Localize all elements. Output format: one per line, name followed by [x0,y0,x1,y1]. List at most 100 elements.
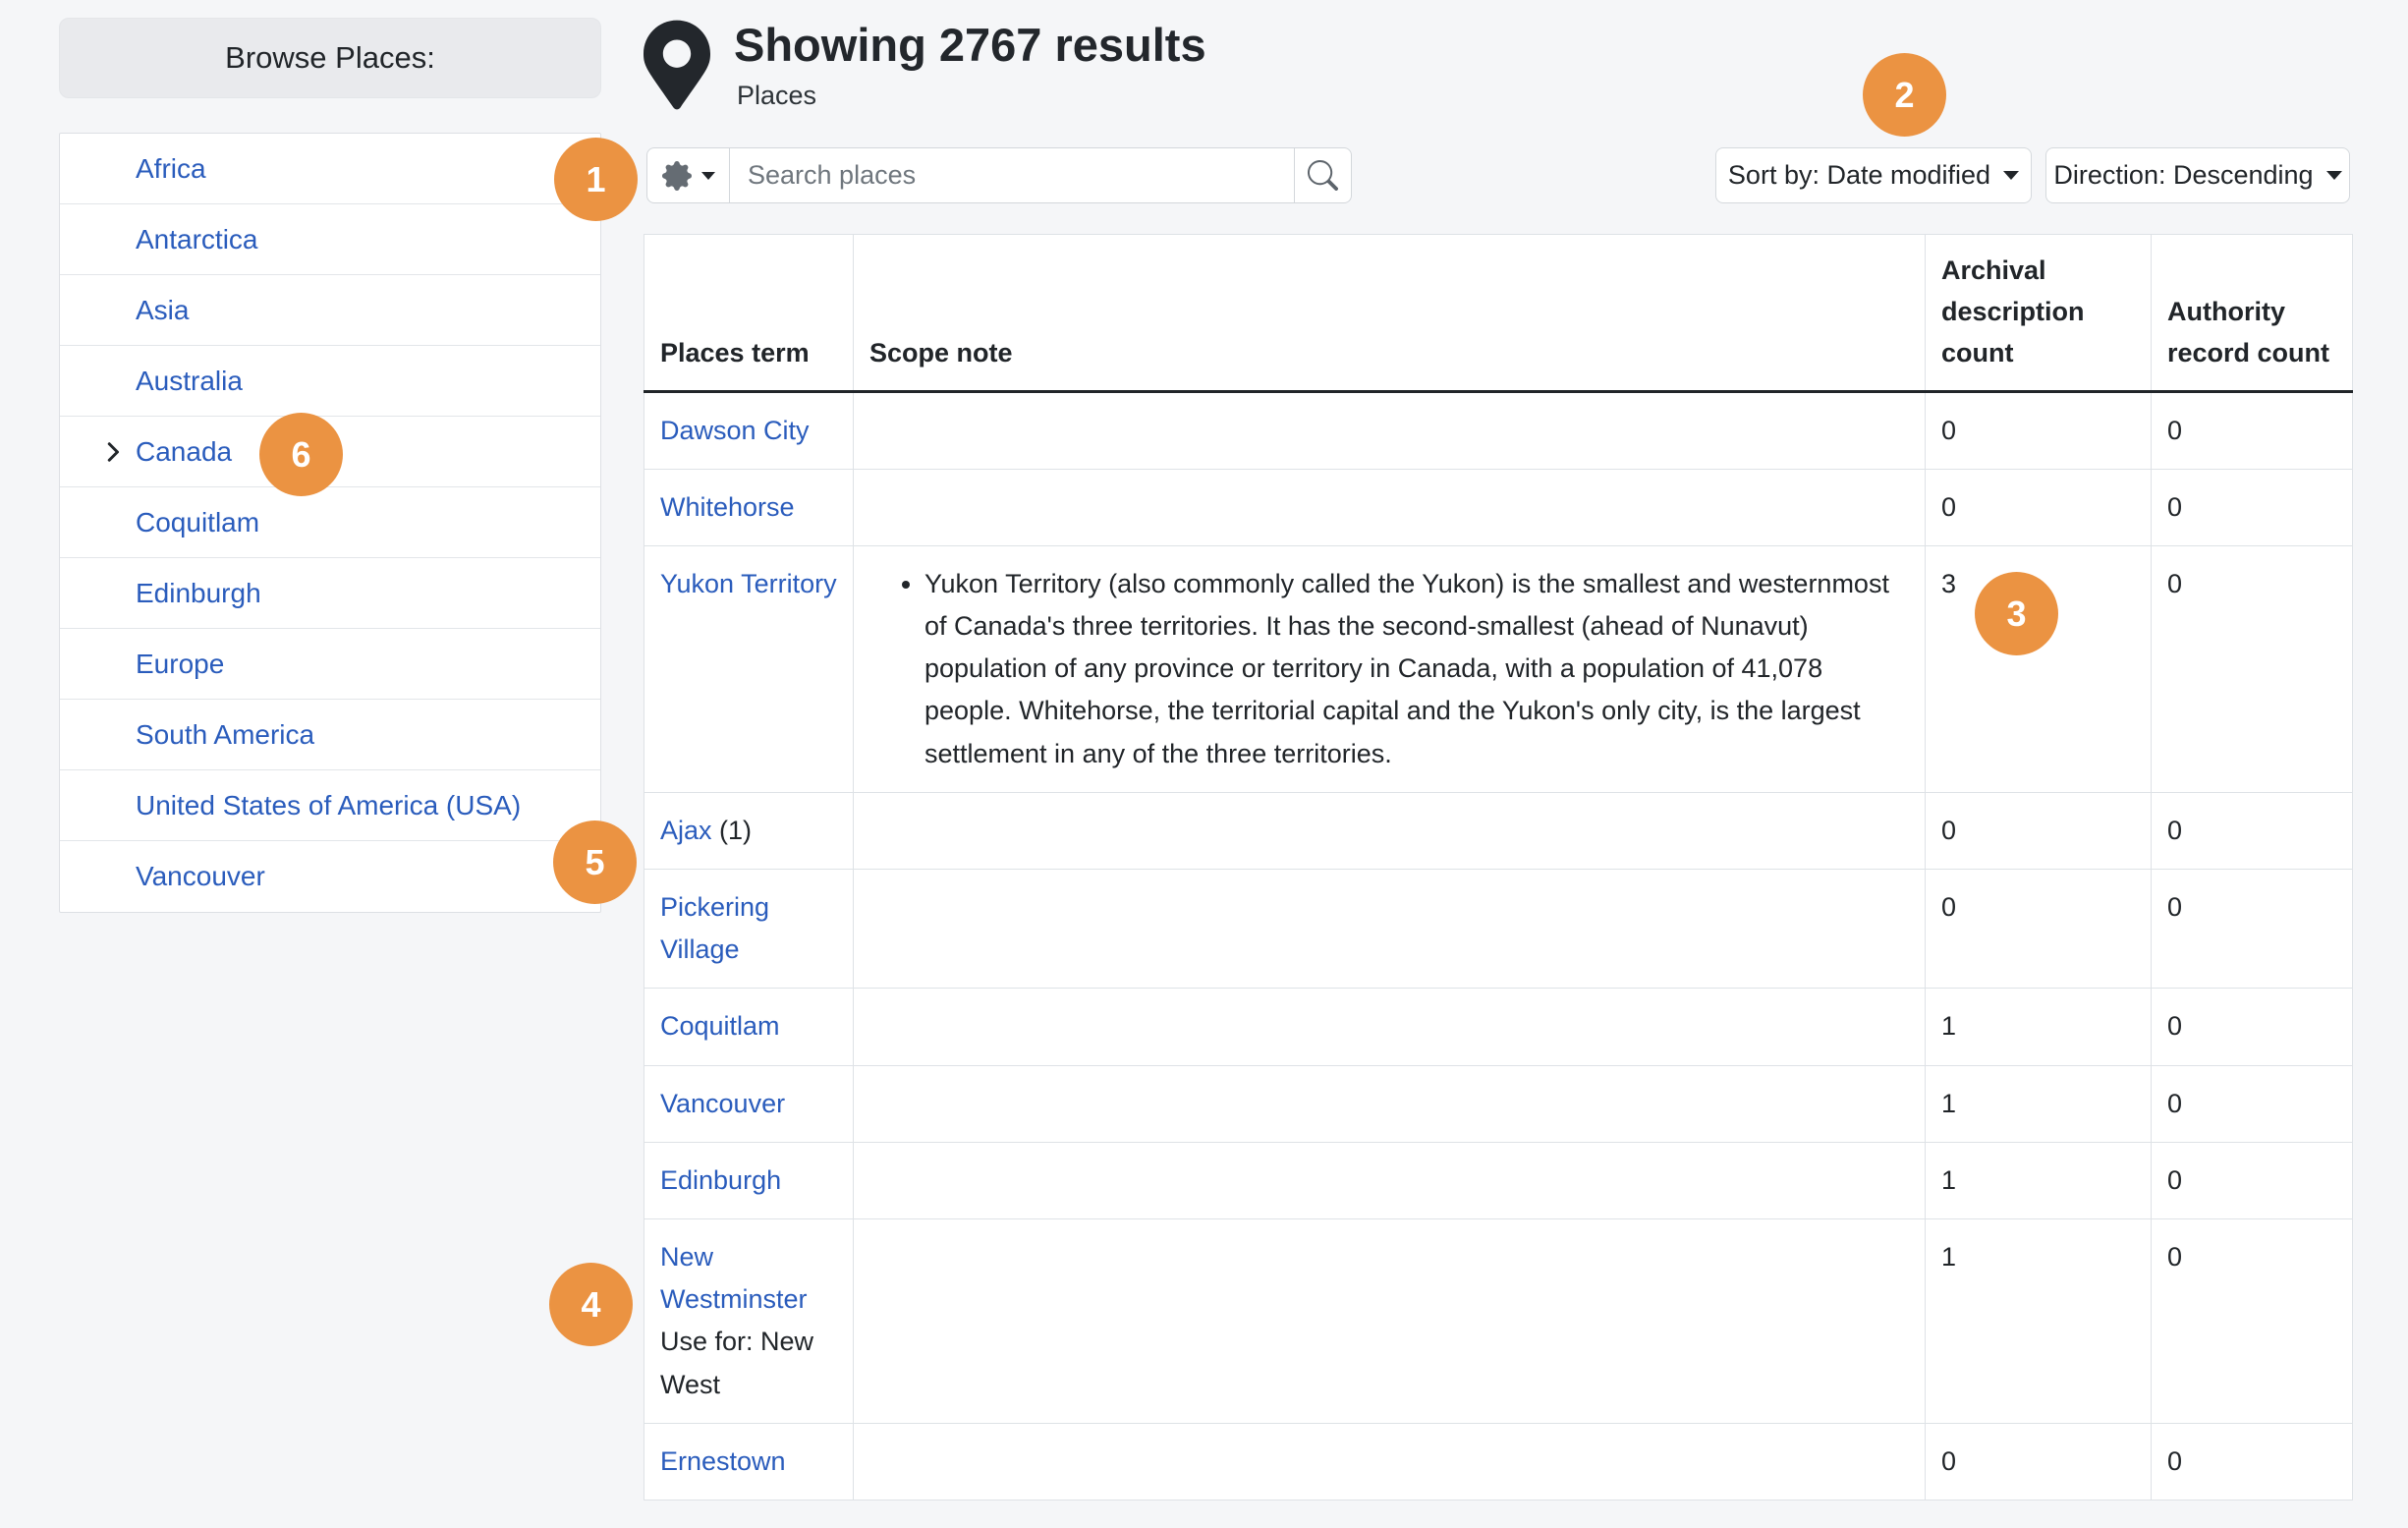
place-link-asia[interactable]: Asia [136,295,189,326]
browse-places-header: Browse Places: [59,18,601,98]
annotation-badge-5: 5 [553,821,637,904]
chevron-down-icon [2326,171,2342,180]
page-subtitle: Places [737,81,816,111]
place-link-europe[interactable]: Europe [136,649,224,680]
table-row-ernestown: Ernestown 00 [644,1423,2353,1500]
archival-description-count-cell: 1 [1926,989,2152,1065]
authority-record-count-cell: 0 [2152,469,2353,545]
archival-description-count-cell: 0 [1926,792,2152,869]
place-link-united-states-of-america-usa[interactable]: United States of America (USA) [136,790,521,821]
authority-record-count-cell: 0 [2152,792,2353,869]
table-header-row: Places term Scope note Archival descript… [644,235,2353,392]
page: Browse Places: Africa Antarctica Asia Austr… [0,0,2408,1528]
place-term-link-yukon-territory[interactable]: Yukon Territory [660,569,837,598]
search-submit-button[interactable] [1294,148,1351,202]
sidebar-item-united-states-of-america-usa[interactable]: United States of America (USA) [60,770,600,841]
authority-record-count-cell: 0 [2152,989,2353,1065]
chevron-right-icon[interactable] [101,440,125,464]
sort-by-label: Sort by: Date modified [1728,160,1990,191]
search-options-button[interactable] [647,148,730,202]
use-for-note: Use for: New West [660,1327,813,1398]
places-term-cell: Vancouver [644,1065,854,1142]
place-link-vancouver[interactable]: Vancouver [136,861,265,892]
places-term-cell: Ajax (1) [644,792,854,869]
archival-description-count-cell: 0 [1926,1423,2152,1500]
place-term-link-vancouver[interactable]: Vancouver [660,1089,785,1118]
scope-note-list: Yukon Territory (also commonly called th… [869,563,1909,775]
annotation-badge-2: 2 [1863,53,1946,137]
sidebar-item-europe[interactable]: Europe [60,629,600,700]
archival-description-count-cell: 1 [1926,1218,2152,1423]
scope-note-cell [854,1423,1926,1500]
scope-note-text: Yukon Territory (also commonly called th… [924,563,1909,775]
places-term-cell: Coquitlam [644,989,854,1065]
places-results-table: Places term Scope note Archival descript… [644,234,2353,1500]
places-term-cell: Dawson City [644,391,854,469]
annotation-badge-4: 4 [549,1263,633,1346]
place-link-edinburgh[interactable]: Edinburgh [136,578,261,609]
sort-by-dropdown[interactable]: Sort by: Date modified [1715,147,2032,203]
term-suffix: (1) [712,816,753,845]
places-term-cell: New Westminster Use for: New West [644,1218,854,1423]
map-pin-icon [644,20,710,110]
direction-dropdown[interactable]: Direction: Descending [2045,147,2350,203]
place-term-link-new-westminster[interactable]: New Westminster [660,1242,808,1314]
scope-note-cell: Yukon Territory (also commonly called th… [854,545,1926,792]
sidebar-item-south-america[interactable]: South America [60,700,600,770]
authority-record-count-cell: 0 [2152,1218,2353,1423]
table-row-coquitlam: Coquitlam 10 [644,989,2353,1065]
search-icon [1308,160,1338,191]
places-term-cell: Pickering Village [644,870,854,989]
place-link-south-america[interactable]: South America [136,719,314,751]
annotation-badge-3: 3 [1975,572,2058,655]
sidebar-item-australia[interactable]: Australia [60,346,600,417]
scope-note-cell [854,469,1926,545]
places-sidebar-list: Africa Antarctica Asia Australia Canada Coqui… [59,133,601,913]
authority-record-count-cell: 0 [2152,1423,2353,1500]
place-term-link-dawson-city[interactable]: Dawson City [660,416,810,445]
chevron-down-icon [2003,171,2019,180]
column-header-places-term: Places term [644,235,854,392]
authority-record-count-cell: 0 [2152,545,2353,792]
place-term-link-ajax[interactable]: Ajax [660,816,712,845]
sidebar-item-africa[interactable]: Africa [60,134,600,204]
search-input[interactable] [730,148,1294,202]
sidebar-item-vancouver[interactable]: Vancouver [60,841,600,912]
archival-description-count-cell: 0 [1926,469,2152,545]
search-bar [646,147,1352,203]
column-header-scope-note: Scope note [854,235,1926,392]
places-term-cell: Whitehorse [644,469,854,545]
direction-label: Direction: Descending [2053,160,2313,191]
table-row-vancouver: Vancouver10 [644,1065,2353,1142]
archival-description-count-cell: 1 [1926,1065,2152,1142]
sidebar-item-antarctica[interactable]: Antarctica [60,204,600,275]
scope-note-cell [854,1065,1926,1142]
place-link-australia[interactable]: Australia [136,366,243,397]
archival-description-count-cell: 1 [1926,1142,2152,1218]
scope-note-cell [854,391,1926,469]
place-link-antarctica[interactable]: Antarctica [136,224,258,255]
table-row-new-westminster: New Westminster Use for: New West 10 [644,1218,2353,1423]
chevron-down-icon [701,172,715,180]
column-header-authority-record-count: Authority record count [2152,235,2353,392]
scope-note-cell [854,989,1926,1065]
place-term-link-edinburgh[interactable]: Edinburgh [660,1165,781,1195]
scope-note-cell [854,870,1926,989]
table-row-yukon-territory: Yukon Territory Yukon Territory (also com… [644,545,2353,792]
place-term-link-whitehorse[interactable]: Whitehorse [660,492,795,522]
place-link-coquitlam[interactable]: Coquitlam [136,507,259,538]
sidebar-item-edinburgh[interactable]: Edinburgh [60,558,600,629]
place-term-link-coquitlam[interactable]: Coquitlam [660,1011,780,1041]
scope-note-cell [854,792,1926,869]
table-row-dawson-city: Dawson City00 [644,391,2353,469]
annotation-badge-1: 1 [554,138,638,221]
places-term-cell: Edinburgh [644,1142,854,1218]
place-term-link-pickering-village[interactable]: Pickering Village [660,892,769,964]
sidebar-item-coquitlam[interactable]: Coquitlam [60,487,600,558]
archival-description-count-cell: 0 [1926,870,2152,989]
sidebar-item-asia[interactable]: Asia [60,275,600,346]
place-term-link-ernestown[interactable]: Ernestown [660,1446,786,1476]
place-link-canada[interactable]: Canada [136,436,232,468]
place-link-africa[interactable]: Africa [136,153,206,185]
authority-record-count-cell: 0 [2152,391,2353,469]
